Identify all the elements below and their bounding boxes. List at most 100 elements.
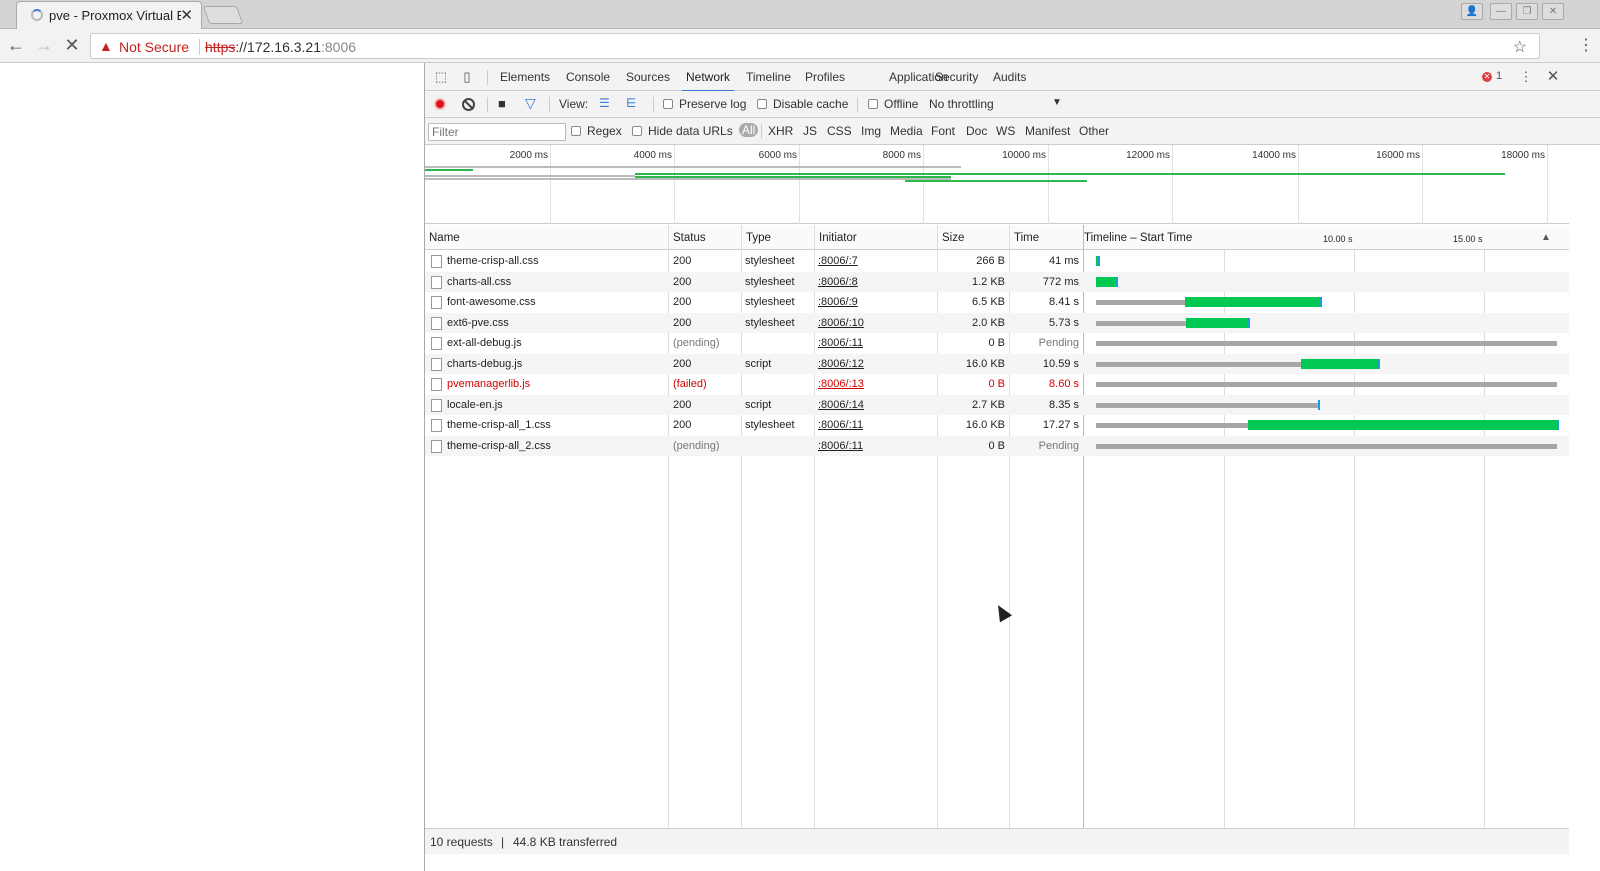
minimize-button[interactable]: — [1490, 3, 1512, 20]
column-header-size[interactable]: Size [942, 232, 964, 244]
table-row[interactable]: theme-crisp-all.css 200 stylesheet:8006/:7… [425, 251, 1569, 272]
request-status: (pending) [673, 337, 720, 349]
filter-type-ws[interactable]: WS [996, 124, 1015, 138]
initiator-link[interactable]: :8006/:11 [818, 440, 863, 452]
checkbox-icon [757, 99, 767, 109]
request-name: charts-all.css [447, 275, 512, 288]
filter-type-font[interactable]: Font [931, 124, 955, 138]
transferred-size: 44.8 KB transferred [513, 835, 618, 849]
sort-ascending-icon[interactable]: ▲ [1541, 232, 1551, 243]
filter-type-media[interactable]: Media [890, 124, 923, 138]
request-time: 10.59 s [1042, 357, 1079, 370]
close-devtools-icon[interactable]: ✕ [1545, 67, 1561, 85]
request-type: script [745, 398, 772, 411]
chevron-down-icon: ▼ [1052, 97, 1062, 108]
initiator-link[interactable]: :8006/:11 [818, 337, 863, 349]
column-header-initiator[interactable]: Initiator [819, 232, 857, 244]
disable-cache-checkbox[interactable]: Disable cache [757, 97, 848, 111]
bookmark-star-icon[interactable]: ☆ [1513, 37, 1527, 57]
divider [761, 124, 762, 139]
overview-tick-label: 10000 ms [1002, 150, 1046, 161]
profile-icon[interactable]: 👤 [1461, 3, 1483, 20]
table-row[interactable]: ext6-pve.css 200 stylesheet:8006/:10 2.0 KB… [425, 312, 1569, 333]
waterfall-waiting-bar [1096, 382, 1557, 387]
table-row[interactable]: ext-all-debug.js (pending):8006/:11 0 B Pen… [425, 333, 1569, 354]
filter-type-all[interactable]: All [739, 123, 759, 137]
tab-profiles[interactable]: Profiles [805, 70, 845, 84]
initiator-link[interactable]: :8006/:14 [818, 399, 864, 411]
record-button[interactable] [434, 98, 446, 110]
file-icon [431, 378, 442, 391]
tab-audits[interactable]: Audits [993, 70, 1026, 84]
device-toolbar-icon[interactable]: ▯ [459, 69, 475, 85]
waterfall-view-icon[interactable]: ⋿ [626, 96, 636, 110]
column-header-status[interactable]: Status [673, 232, 706, 244]
filter-type-manifest[interactable]: Manifest [1025, 124, 1070, 138]
waterfall-waiting-bar [1096, 423, 1248, 428]
initiator-link[interactable]: :8006/:13 [818, 378, 864, 390]
inspect-element-icon[interactable]: ⬚ [433, 69, 449, 85]
filter-icon[interactable]: ▽ [525, 95, 536, 112]
error-count-badge[interactable]: ✕ 1 [1482, 70, 1502, 82]
list-view-icon[interactable]: ☰ [599, 96, 610, 110]
tab-sources[interactable]: Sources [626, 70, 670, 84]
restore-button[interactable]: ❐ [1516, 3, 1538, 20]
filter-type-js[interactable]: JS [803, 124, 817, 138]
table-row[interactable]: charts-debug.js 200 script:8006/:12 16.0 KB… [425, 353, 1569, 374]
filter-type-css[interactable]: CSS [827, 124, 852, 138]
preserve-log-checkbox[interactable]: Preserve log [663, 97, 746, 111]
tab-timeline[interactable]: Timeline [746, 70, 791, 84]
capture-screenshots-icon[interactable]: ■ [498, 96, 506, 111]
close-window-button[interactable]: ✕ [1542, 3, 1564, 20]
initiator-link[interactable]: :8006/:12 [818, 358, 864, 370]
table-row[interactable]: locale-en.js 200 script:8006/:14 2.7 KB 8.35… [425, 394, 1569, 415]
request-time: 8.60 s [1049, 378, 1079, 390]
column-header-name[interactable]: Name [429, 232, 460, 244]
throttling-select[interactable]: No throttling ▼ [929, 97, 1065, 111]
browser-tab[interactable]: pve - Proxmox Virtual E ✕ [16, 1, 202, 29]
overview-gridline [799, 145, 800, 224]
stop-loading-icon[interactable]: ✕ [62, 35, 82, 56]
table-row[interactable]: theme-crisp-all_1.css 200 stylesheet:8006/… [425, 415, 1569, 436]
back-icon[interactable]: ← [6, 35, 26, 56]
table-row[interactable]: theme-crisp-all_2.css (pending):8006/:11 0… [425, 435, 1569, 456]
view-label: View: [559, 97, 589, 111]
column-header-time[interactable]: Time [1014, 232, 1039, 244]
new-tab-button[interactable] [202, 6, 244, 24]
filter-type-doc[interactable]: Doc [966, 124, 987, 138]
forward-icon[interactable]: → [34, 35, 54, 56]
initiator-link[interactable]: :8006/:10 [818, 317, 864, 329]
column-header-type[interactable]: Type [746, 232, 771, 244]
security-indicator[interactable]: Not Secure [119, 39, 189, 55]
initiator-link[interactable]: :8006/:7 [818, 255, 858, 267]
initiator-link[interactable]: :8006/:9 [818, 296, 858, 308]
tab-console[interactable]: Console [566, 70, 610, 84]
request-time: 772 ms [1042, 275, 1079, 288]
filter-type-other[interactable]: Other [1079, 124, 1109, 138]
filter-type-xhr[interactable]: XHR [768, 124, 793, 138]
initiator-link[interactable]: :8006/:8 [818, 276, 858, 288]
request-time: 8.41 s [1049, 296, 1079, 308]
tab-elements[interactable]: Elements [500, 70, 550, 84]
clear-button[interactable] [462, 98, 475, 111]
network-overview[interactable]: 2000 ms 4000 ms 6000 ms 8000 ms 10000 ms… [425, 145, 1569, 224]
filter-input[interactable] [428, 123, 566, 141]
column-header-timeline[interactable]: Timeline – Start Time [1084, 232, 1192, 244]
initiator-link[interactable]: :8006/:11 [818, 419, 863, 431]
regex-checkbox[interactable]: Regex [571, 124, 622, 138]
request-status: 200 [673, 275, 692, 288]
hide-data-urls-checkbox[interactable]: Hide data URLs [632, 124, 733, 138]
url-field[interactable]: ▲ Not Secure https://172.16.3.21:8006 ☆ [90, 33, 1540, 59]
more-options-icon[interactable]: ⋮ [1518, 69, 1534, 85]
timeline-tick-label: 10.00 s [1323, 234, 1353, 244]
browser-menu-icon[interactable]: ⋮ [1578, 35, 1594, 55]
filter-type-img[interactable]: Img [861, 124, 881, 138]
overview-gridline [674, 145, 675, 224]
offline-checkbox[interactable]: Offline [868, 97, 918, 111]
close-tab-icon[interactable]: ✕ [180, 6, 193, 24]
table-row[interactable]: pvemanagerlib.js (failed):8006/:13 0 B 8.60… [425, 374, 1569, 395]
tab-network[interactable]: Network [681, 70, 735, 92]
table-row[interactable]: charts-all.css 200 stylesheet:8006/:8 1.2 K… [425, 271, 1569, 292]
tab-security[interactable]: Security [935, 70, 978, 84]
table-row[interactable]: font-awesome.css 200 stylesheet:8006/:9 6.5… [425, 292, 1569, 313]
